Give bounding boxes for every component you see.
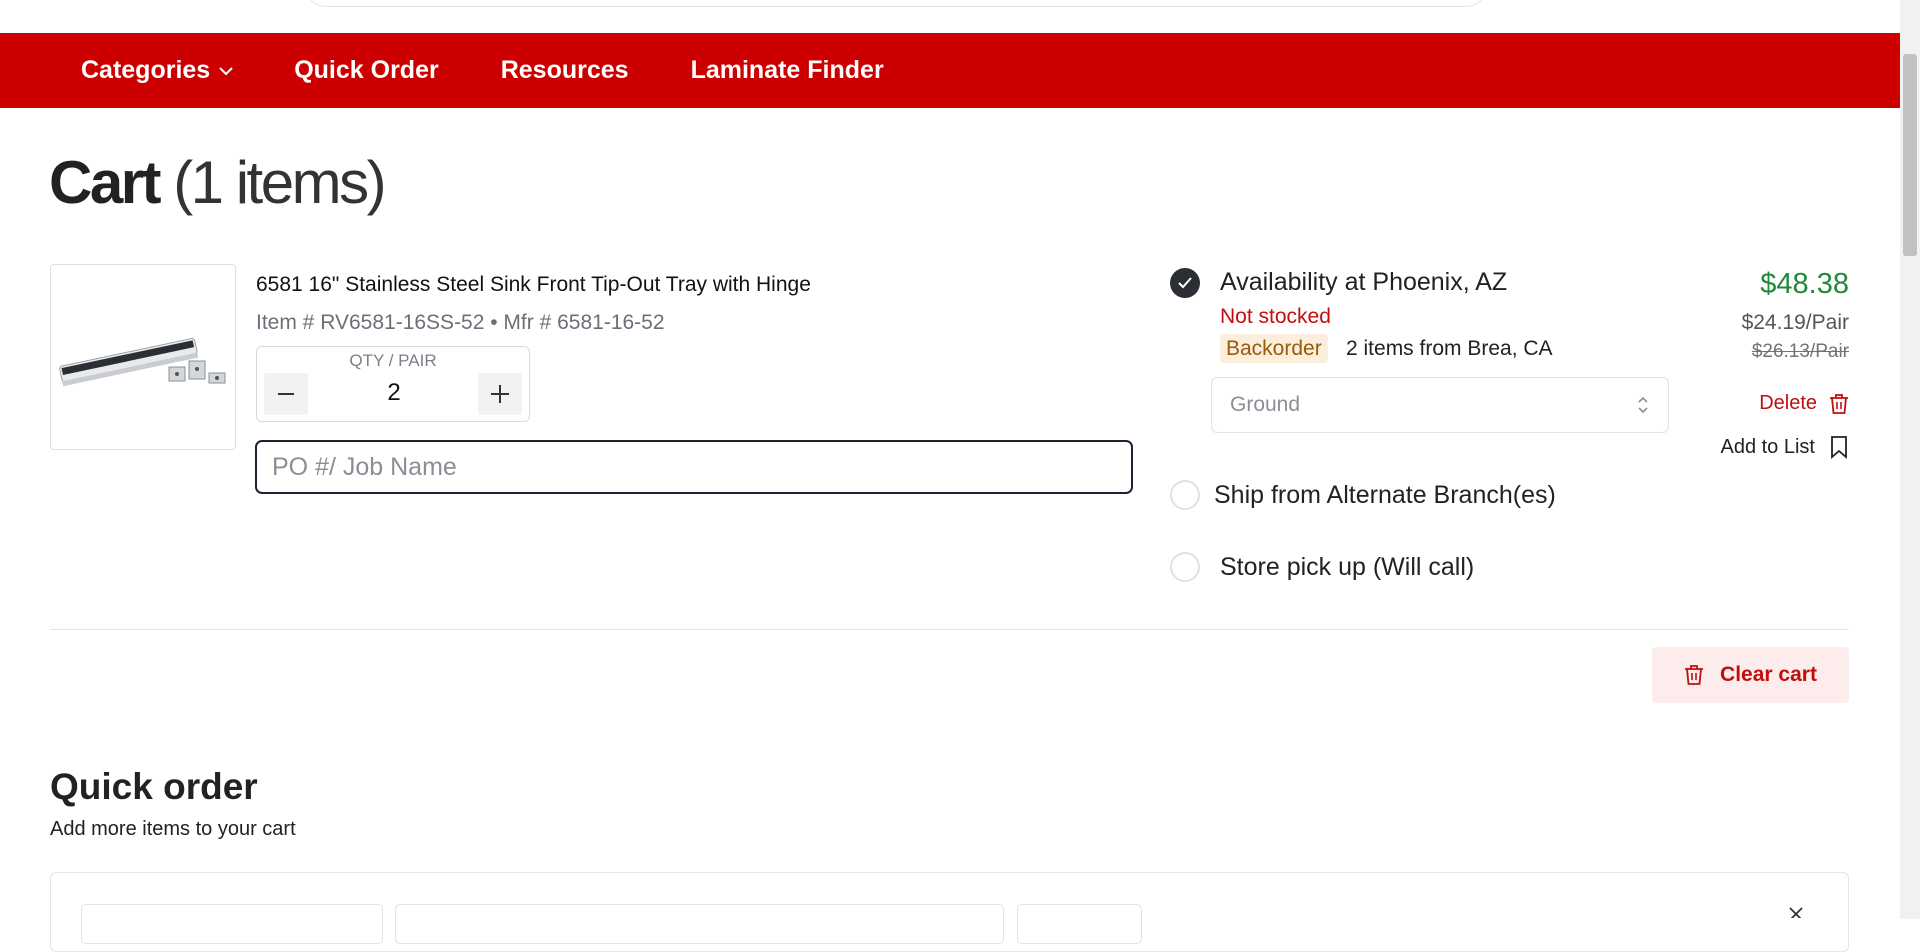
price-total: $48.38 bbox=[1760, 268, 1849, 300]
shipping-method-value: Ground bbox=[1230, 393, 1301, 416]
minus-icon bbox=[278, 393, 294, 395]
cart-count: (1 items) bbox=[173, 149, 386, 216]
bookmark-icon bbox=[1831, 436, 1847, 459]
nav-categories-label: Categories bbox=[81, 56, 211, 84]
nav-laminate-finder-label: Laminate Finder bbox=[690, 56, 884, 84]
nav-resources[interactable]: Resources bbox=[501, 56, 629, 85]
quick-order-subtitle: Add more items to your cart bbox=[50, 818, 296, 840]
page-title: Cart (1 items) bbox=[49, 148, 387, 217]
alternate-branch-label[interactable]: Ship from Alternate Branch(es) bbox=[1214, 481, 1556, 510]
stock-status: Not stocked bbox=[1220, 305, 1331, 328]
nav-laminate-finder[interactable]: Laminate Finder bbox=[691, 56, 884, 85]
delete-item-button[interactable]: Delete bbox=[1759, 392, 1849, 415]
check-icon bbox=[1178, 277, 1192, 289]
delete-label: Delete bbox=[1759, 392, 1817, 414]
scrollbar-thumb[interactable] bbox=[1903, 54, 1917, 256]
shipping-method-select[interactable]: Ground bbox=[1211, 377, 1669, 433]
close-icon[interactable] bbox=[1788, 906, 1804, 918]
price-original: $26.13/Pair bbox=[1751, 341, 1849, 362]
select-chevrons-icon bbox=[1638, 396, 1648, 414]
product-image[interactable] bbox=[50, 264, 236, 450]
cart-title: Cart bbox=[49, 149, 162, 216]
section-divider bbox=[50, 629, 1849, 630]
nav-categories[interactable]: Categories bbox=[81, 56, 234, 85]
trash-icon bbox=[1830, 393, 1848, 414]
product-meta: Item # RV6581-16SS-52 • Mfr # 6581-16-52 bbox=[256, 311, 665, 334]
alternate-branch-radio[interactable] bbox=[1170, 480, 1200, 510]
quick-order-qty-field[interactable] bbox=[1017, 904, 1142, 944]
po-job-name-input[interactable] bbox=[255, 440, 1133, 494]
nav-quick-order-label: Quick Order bbox=[294, 56, 439, 84]
search-bar[interactable] bbox=[305, 0, 1487, 7]
availability-title: Availability at Phoenix, AZ bbox=[1220, 268, 1508, 296]
store-pickup-radio[interactable] bbox=[1170, 552, 1200, 582]
add-to-list-button[interactable]: Add to List bbox=[1720, 435, 1849, 459]
product-name[interactable]: 6581 16" Stainless Steel Sink Front Tip-… bbox=[256, 273, 811, 297]
qty-value[interactable]: 2 bbox=[317, 379, 471, 407]
page-scrollbar[interactable] bbox=[1900, 0, 1920, 919]
qty-decrease-button[interactable] bbox=[264, 373, 308, 415]
plus-icon bbox=[491, 385, 509, 403]
product-photo bbox=[59, 338, 226, 387]
qty-increase-button[interactable] bbox=[478, 373, 522, 415]
chevron-down-icon bbox=[219, 66, 233, 75]
backorder-text: 2 items from Brea, CA bbox=[1346, 337, 1553, 360]
clear-cart-button[interactable]: Clear cart bbox=[1652, 647, 1849, 703]
quantity-stepper: QTY / PAIR 2 bbox=[256, 346, 530, 422]
nav-quick-order[interactable]: Quick Order bbox=[294, 56, 439, 85]
price-unit: $24.19/Pair bbox=[1741, 311, 1849, 334]
qty-label: QTY / PAIR bbox=[349, 351, 437, 370]
quick-order-title: Quick order bbox=[50, 766, 258, 807]
trash-icon bbox=[1685, 665, 1704, 685]
add-to-list-label: Add to List bbox=[1720, 435, 1815, 458]
backorder-badge: Backorder bbox=[1220, 334, 1328, 363]
quick-order-item-field[interactable] bbox=[81, 904, 383, 944]
quick-order-description-field[interactable] bbox=[395, 904, 1004, 944]
clear-cart-label: Clear cart bbox=[1720, 663, 1817, 686]
main-navbar: Categories Quick Order Resources Laminat… bbox=[0, 33, 1900, 108]
nav-resources-label: Resources bbox=[500, 56, 629, 84]
top-header bbox=[0, 0, 1900, 33]
availability-radio[interactable] bbox=[1170, 268, 1200, 298]
store-pickup-label[interactable]: Store pick up (Will call) bbox=[1220, 553, 1474, 582]
